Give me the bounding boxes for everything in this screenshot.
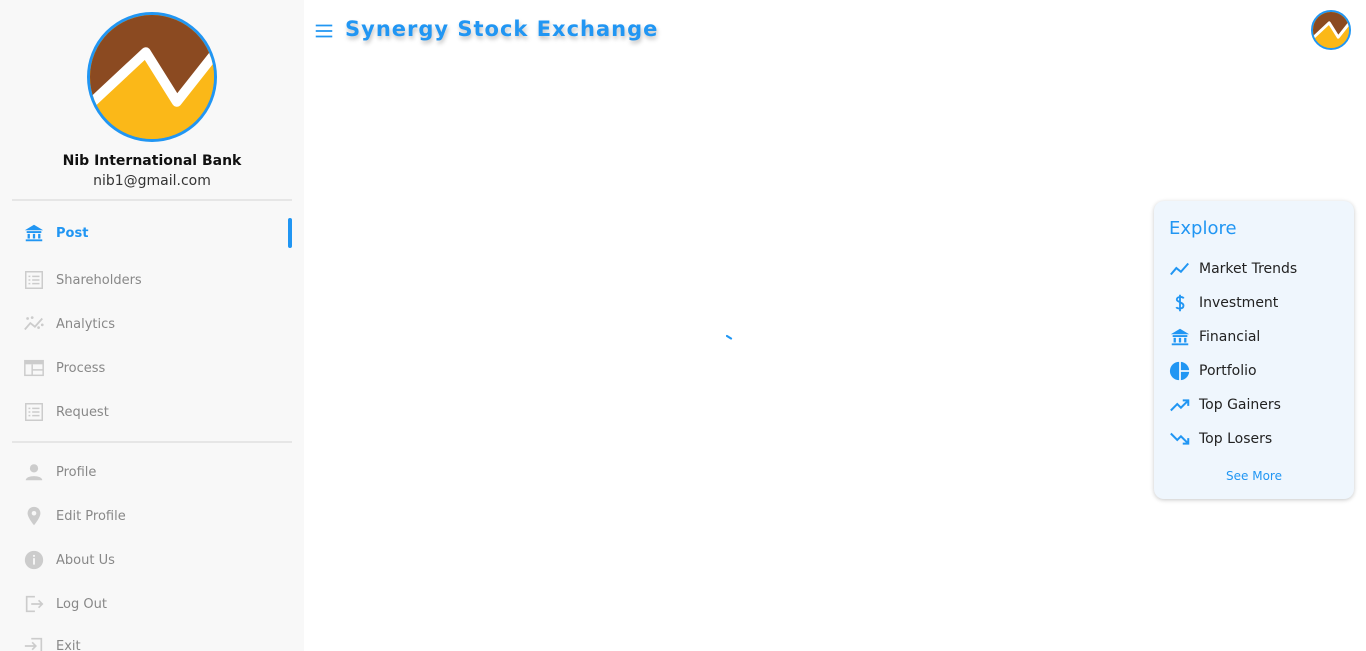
explore-card: Explore Market Trends Investment Financi… <box>1154 201 1354 499</box>
nav-item-profile[interactable]: Profile <box>12 454 292 490</box>
divider <box>12 441 292 443</box>
trending-line-icon <box>1170 262 1190 276</box>
company-logo-icon <box>1313 12 1349 48</box>
explore-item-top-gainers[interactable]: Top Gainers <box>1169 392 1349 418</box>
active-indicator <box>288 218 292 248</box>
person-icon <box>23 461 45 483</box>
list-icon <box>23 269 45 291</box>
nav-label-about-us: About Us <box>56 552 115 568</box>
nav-label-request: Request <box>56 404 109 420</box>
explore-item-market-trends[interactable]: Market Trends <box>1169 256 1349 282</box>
trending-down-icon <box>1170 432 1190 445</box>
explore-label: Portfolio <box>1199 363 1257 379</box>
list-icon <box>23 401 45 423</box>
nav-label-shareholders: Shareholders <box>56 272 142 288</box>
location-pin-icon <box>23 505 45 527</box>
user-email: nib1@gmail.com <box>93 173 211 189</box>
menu-icon[interactable] <box>313 20 335 42</box>
nav-item-about-us[interactable]: About Us <box>12 542 292 578</box>
navigation-drawer: Nib International Bank nib1@gmail.com Po… <box>0 0 304 651</box>
nav-label-profile: Profile <box>56 464 97 480</box>
trending-up-icon <box>1170 399 1190 412</box>
bank-icon <box>23 222 45 244</box>
nav-label-post: Post <box>56 225 89 241</box>
nav-label-process: Process <box>56 360 106 376</box>
company-logo-icon <box>90 15 214 139</box>
logout-icon <box>23 593 45 615</box>
explore-label: Investment <box>1199 295 1279 311</box>
explore-label: Top Gainers <box>1199 397 1281 413</box>
nav-item-request[interactable]: Request <box>12 394 292 430</box>
loading-spinner-icon <box>725 329 740 343</box>
app-title: Synergy Stock Exchange <box>345 17 659 41</box>
exit-icon <box>23 635 45 651</box>
nav-item-edit-profile[interactable]: Edit Profile <box>12 498 292 534</box>
nav-label-edit-profile: Edit Profile <box>56 508 126 524</box>
nav-label-exit: Exit <box>56 638 81 651</box>
pie-chart-icon <box>1169 361 1190 381</box>
nav-label-analytics: Analytics <box>56 316 116 332</box>
explore-item-portfolio[interactable]: Portfolio <box>1169 358 1349 384</box>
nav-item-exit[interactable]: Exit <box>12 628 292 651</box>
explore-item-financial[interactable]: Financial <box>1169 324 1349 350</box>
table-layout-icon <box>23 357 45 379</box>
see-more-link[interactable]: See More <box>1154 469 1354 483</box>
nav-item-process[interactable]: Process <box>12 350 292 386</box>
user-avatar[interactable] <box>87 12 217 142</box>
nav-item-analytics[interactable]: Analytics <box>12 306 292 342</box>
nav-item-shareholders[interactable]: Shareholders <box>12 262 292 298</box>
explore-label: Financial <box>1199 329 1261 345</box>
explore-label: Top Losers <box>1199 431 1273 447</box>
nav-item-log-out[interactable]: Log Out <box>12 586 292 622</box>
nav-item-post[interactable]: Post <box>12 215 292 251</box>
account-avatar[interactable] <box>1311 10 1351 50</box>
divider <box>12 199 292 201</box>
bank-icon <box>1170 328 1190 346</box>
dollar-icon <box>1175 294 1185 312</box>
analytics-icon <box>23 313 45 335</box>
explore-item-investment[interactable]: Investment <box>1169 290 1349 316</box>
explore-item-top-losers[interactable]: Top Losers <box>1169 426 1349 452</box>
explore-title: Explore <box>1169 218 1237 239</box>
info-icon <box>23 549 45 571</box>
nav-label-log-out: Log Out <box>56 596 107 612</box>
user-name: Nib International Bank <box>62 153 242 169</box>
explore-label: Market Trends <box>1199 261 1298 277</box>
